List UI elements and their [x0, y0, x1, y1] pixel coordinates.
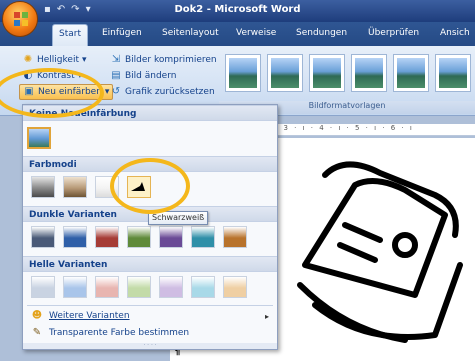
picture-style-thumb[interactable] — [309, 54, 345, 92]
office-button[interactable] — [2, 1, 38, 37]
change-picture-icon: ▤ — [111, 70, 121, 81]
tab-verweise[interactable]: Verweise — [236, 28, 276, 38]
no-recolor-swatch[interactable] — [27, 127, 51, 149]
picture-style-thumb[interactable] — [267, 54, 303, 92]
tab-sendungen[interactable]: Sendungen — [296, 28, 347, 38]
more-variants-label: Weitere Varianten — [49, 311, 130, 321]
compress-label: Bilder komprimieren — [125, 55, 217, 65]
compress-icon: ⇲ — [111, 54, 121, 65]
color-palette-icon: ☻ — [31, 310, 43, 321]
reset-picture-icon: ↺ — [111, 86, 121, 97]
light-variant-swatch[interactable] — [159, 276, 183, 298]
picture-styles-gallery — [219, 54, 475, 98]
tab-ansicht[interactable]: Ansich — [440, 28, 470, 38]
compress-pictures-button[interactable]: ⇲ Bilder komprimieren — [110, 52, 217, 68]
reset-picture-button[interactable]: ↺ Grafik zurücksetzen — [110, 84, 215, 100]
dark-variant-swatch[interactable] — [127, 226, 151, 248]
light-variant-swatch[interactable] — [191, 276, 215, 298]
sepia-swatch[interactable] — [63, 176, 87, 198]
window-title: Dok2 - Microsoft Word — [174, 4, 301, 15]
set-transparent-color-item[interactable]: ✎ Transparente Farbe bestimmen — [23, 325, 277, 341]
change-picture-label: Bild ändern — [125, 71, 177, 81]
dark-variant-swatch[interactable] — [223, 226, 247, 248]
light-variant-swatch[interactable] — [31, 276, 55, 298]
brightness-button[interactable]: ✺ Helligkeit ▾ — [22, 52, 87, 68]
change-picture-button[interactable]: ▤ Bild ändern — [110, 68, 176, 84]
submenu-arrow-icon: ▸ — [264, 311, 269, 321]
picture-style-thumb[interactable] — [225, 54, 261, 92]
pen-icon: ✎ — [32, 327, 42, 338]
light-variant-swatch[interactable] — [127, 276, 151, 298]
recolor-dropdown: Keine Neueinfärbung Farbmodi Dunkle Vari… — [22, 104, 278, 350]
picture-style-thumb[interactable] — [393, 54, 429, 92]
brightness-label: Helligkeit — [37, 55, 79, 65]
dark-variant-swatch[interactable] — [95, 226, 119, 248]
tab-start[interactable]: Start — [52, 24, 88, 46]
picture-style-thumb[interactable] — [351, 54, 387, 92]
picture-style-thumb[interactable] — [435, 54, 471, 92]
reset-picture-label: Grafik zurücksetzen — [125, 87, 215, 97]
ship-clipart-image[interactable] — [285, 145, 475, 361]
light-variant-swatch[interactable] — [223, 276, 247, 298]
set-transparent-color-label: Transparente Farbe bestimmen — [49, 328, 190, 338]
dark-variant-swatch[interactable] — [63, 226, 87, 248]
more-variants-item[interactable]: ☻ Weitere Varianten ▸ — [23, 308, 277, 324]
dark-variant-swatch[interactable] — [31, 226, 55, 248]
chevron-down-icon: ▾ — [104, 87, 110, 97]
light-variant-swatch[interactable] — [95, 276, 119, 298]
dark-variant-swatch[interactable] — [191, 226, 215, 248]
office-logo-icon — [14, 12, 28, 26]
section-light-variants: Helle Varianten — [23, 256, 277, 272]
tab-einfuegen[interactable]: Einfügen — [102, 28, 142, 38]
tab-seitenlayout[interactable]: Seitenlayout — [162, 28, 219, 38]
highlight-ring-black-white — [110, 158, 190, 214]
resize-grip[interactable]: · · · · — [23, 343, 277, 349]
ribbon-tabs: Start Einfügen Seitenlayout Verweise Sen… — [0, 22, 475, 46]
chevron-down-icon: ▾ — [81, 55, 87, 65]
dark-variant-swatch[interactable] — [159, 226, 183, 248]
title-bar: ▪ ↶ ↷ ▾ Dok2 - Microsoft Word — [0, 0, 475, 22]
tab-ueberpruefen[interactable]: Überprüfen — [368, 28, 419, 38]
sun-icon: ✺ — [23, 54, 33, 65]
grayscale-swatch[interactable] — [31, 176, 55, 198]
light-variant-swatch[interactable] — [63, 276, 87, 298]
